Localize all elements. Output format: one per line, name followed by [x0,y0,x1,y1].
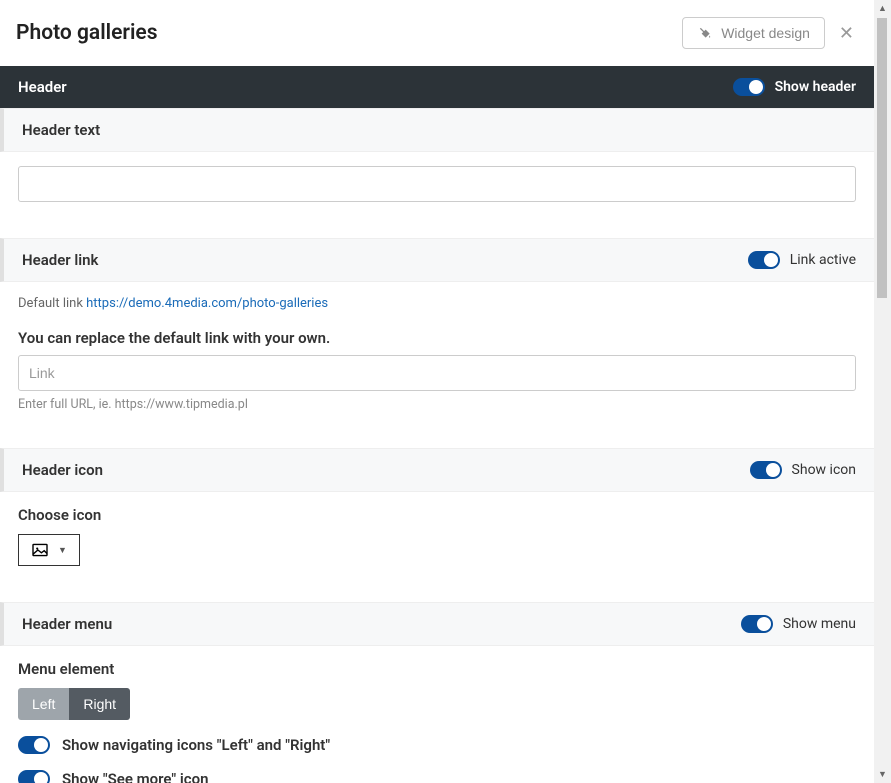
default-link-row: Default link https://demo.4media.com/pho… [18,296,856,311]
show-see-more-toggle[interactable] [18,770,50,783]
page-header: Photo galleries Widget design ✕ [0,0,874,66]
image-icon [31,543,49,557]
paint-bucket-icon [697,25,713,41]
show-see-more-label: Show "See more" icon [62,770,208,783]
widget-design-label: Widget design [721,25,810,41]
link-active-toggle[interactable] [748,251,780,269]
page-title: Photo galleries [16,21,158,45]
replace-link-label: You can replace the default link with yo… [18,329,856,347]
choose-icon-label: Choose icon [18,506,856,524]
show-header-toggle[interactable] [733,78,765,96]
caret-down-icon: ▼ [58,545,67,556]
menu-element-segmented: Left Right [18,688,130,720]
show-icon-label: Show icon [792,462,856,478]
header-link-section: Header link Link active [0,238,874,282]
show-menu-label: Show menu [783,616,856,632]
show-header-label: Show header [775,79,856,95]
header-icon-section: Header icon Show icon [0,448,874,492]
show-icon-toggle-wrap: Show icon [750,461,856,479]
show-nav-icons-toggle[interactable] [18,736,50,754]
link-active-toggle-wrap: Link active [748,251,856,269]
top-actions: Widget design ✕ [682,17,854,49]
header-text-body [0,152,874,216]
menu-position-left[interactable]: Left [18,688,69,720]
default-link-prefix: Default link [18,296,86,311]
show-icon-toggle[interactable] [750,461,782,479]
show-header-toggle-wrap: Show header [733,78,856,96]
link-hint: Enter full URL, ie. https://www.tipmedia… [18,397,856,412]
header-menu-section: Header menu Show menu [0,602,874,646]
icon-picker-button[interactable]: ▼ [18,534,80,566]
widget-design-button[interactable]: Widget design [682,17,825,49]
show-nav-icons-row: Show navigating icons "Left" and "Right" [18,736,856,754]
header-link-body: Default link https://demo.4media.com/pho… [0,282,874,426]
header-icon-title: Header icon [22,461,103,479]
show-see-more-row: Show "See more" icon [18,770,856,783]
default-link-url[interactable]: https://demo.4media.com/photo-galleries [86,296,328,311]
link-active-label: Link active [790,252,856,268]
header-menu-body: Menu element Left Right Show navigating … [0,646,874,783]
close-icon[interactable]: ✕ [839,23,854,44]
scrollbar-thumb[interactable] [877,18,887,298]
show-nav-icons-label: Show navigating icons "Left" and "Right" [62,736,330,754]
section-header-title: Header [18,78,67,96]
header-link-title: Header link [22,251,98,269]
header-text-input[interactable] [18,166,856,202]
header-icon-body: Choose icon ▼ [0,492,874,580]
header-menu-title: Header menu [22,615,112,633]
menu-position-right[interactable]: Right [69,688,130,720]
scrollbar-up-icon[interactable]: ▲ [874,0,891,17]
show-menu-toggle[interactable] [741,615,773,633]
section-header: Header Show header [0,66,874,108]
scrollbar-down-icon[interactable]: ▼ [874,766,891,783]
menu-element-label: Menu element [18,660,856,678]
scrollbar[interactable]: ▲ ▼ [874,0,891,783]
link-input[interactable] [18,355,856,391]
header-text-title: Header text [22,121,100,139]
show-menu-toggle-wrap: Show menu [741,615,856,633]
header-text-section: Header text [0,108,874,152]
